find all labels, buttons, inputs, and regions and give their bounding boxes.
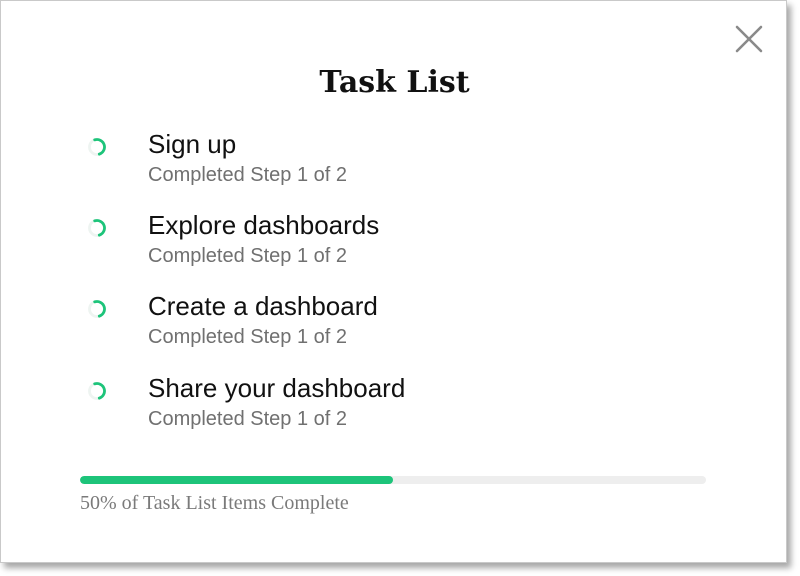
task-name: Create a dashboard [148,291,378,321]
task-list-modal: Task List Sign up Completed Step 1 of 2 … [0,0,787,563]
progress-bar-fill [80,476,393,484]
close-button[interactable] [734,24,764,54]
close-icon [735,25,763,53]
progress-bar [80,476,706,484]
partial-progress-ring-icon [85,216,109,240]
task-name: Share your dashboard [148,373,406,403]
task-item-create-dashboard[interactable]: Create a dashboard Completed Step 1 of 2 [85,289,645,359]
task-status: Completed Step 1 of 2 [148,245,348,267]
progress-label: 50% of Task List Items Complete [80,492,349,514]
task-item-sign-up[interactable]: Sign up Completed Step 1 of 2 [85,127,645,197]
task-item-share-dashboard[interactable]: Share your dashboard Completed Step 1 of… [85,371,645,441]
task-name: Explore dashboards [148,210,380,240]
task-name: Sign up [148,129,237,159]
partial-progress-ring-icon [85,379,109,403]
task-status: Completed Step 1 of 2 [148,164,348,186]
task-status: Completed Step 1 of 2 [148,326,348,348]
task-item-explore-dashboards[interactable]: Explore dashboards Completed Step 1 of 2 [85,208,645,278]
partial-progress-ring-icon [85,297,109,321]
modal-title: Task List [319,65,470,100]
task-status: Completed Step 1 of 2 [148,408,348,430]
partial-progress-ring-icon [85,135,109,159]
